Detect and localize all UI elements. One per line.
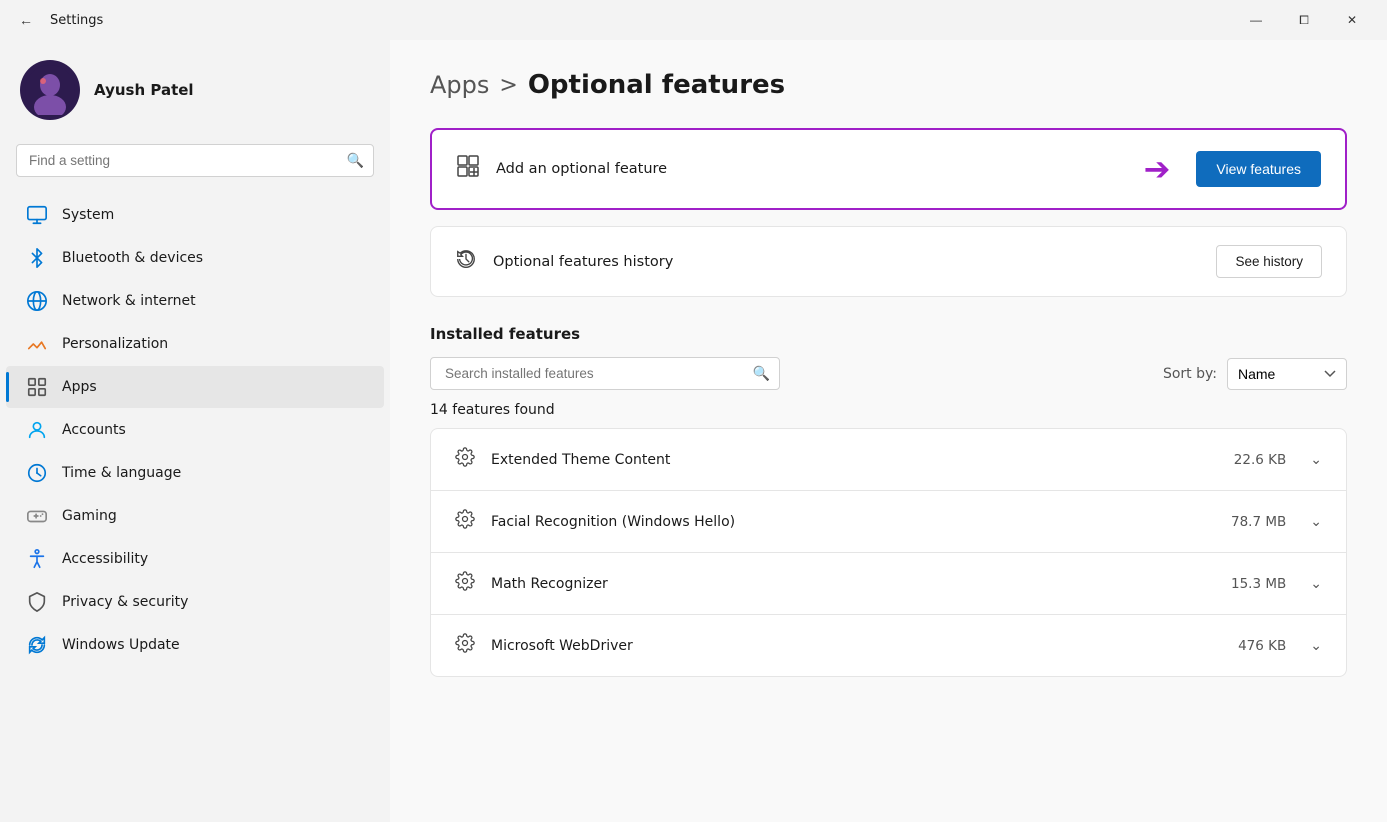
sidebar-item-accessibility[interactable]: Accessibility: [6, 538, 384, 580]
user-name: Ayush Patel: [94, 81, 194, 99]
breadcrumb-separator: >: [499, 73, 517, 98]
sidebar: Ayush Patel 🔍 System Bluetooth & devices…: [0, 40, 390, 822]
search-box[interactable]: 🔍: [16, 144, 374, 177]
sidebar-item-network[interactable]: Network & internet: [6, 280, 384, 322]
arrow-icon: ➔: [1144, 150, 1171, 188]
add-feature-icon: [456, 154, 480, 184]
sidebar-item-bluetooth[interactable]: Bluetooth & devices: [6, 237, 384, 279]
feature-list: Extended Theme Content 22.6 KB ⌄ Facial …: [430, 428, 1347, 677]
sidebar-item-label-network: Network & internet: [62, 293, 196, 309]
accessibility-icon: [26, 548, 48, 570]
feature-item[interactable]: Facial Recognition (Windows Hello) 78.7 …: [430, 490, 1347, 552]
see-history-button[interactable]: See history: [1216, 245, 1322, 278]
feature-name: Extended Theme Content: [491, 452, 1218, 468]
installed-search-input[interactable]: [430, 357, 780, 390]
main-content: Apps > Optional features Add an optional…: [390, 40, 1387, 822]
feature-icon: [455, 509, 475, 534]
apps-icon: [26, 376, 48, 398]
feature-size: 78.7 MB: [1231, 514, 1286, 530]
personalization-icon: [26, 333, 48, 355]
gaming-icon: [26, 505, 48, 527]
feature-name: Microsoft WebDriver: [491, 638, 1222, 654]
feature-item[interactable]: Extended Theme Content 22.6 KB ⌄: [430, 428, 1347, 490]
accounts-icon: [26, 419, 48, 441]
sidebar-item-label-apps: Apps: [62, 379, 97, 395]
feature-icon: [455, 633, 475, 658]
sort-row: Sort by: Name Size Date: [1163, 358, 1347, 390]
sidebar-item-label-accounts: Accounts: [62, 422, 126, 438]
system-icon: [26, 204, 48, 226]
back-button[interactable]: ←: [12, 6, 40, 34]
sidebar-item-label-accessibility: Accessibility: [62, 551, 148, 567]
installed-search-icon: 🔍: [753, 366, 770, 382]
avatar: [20, 60, 80, 120]
app-body: Ayush Patel 🔍 System Bluetooth & devices…: [0, 40, 1387, 822]
network-icon: [26, 290, 48, 312]
sidebar-item-apps[interactable]: Apps: [6, 366, 384, 408]
sidebar-item-label-privacy: Privacy & security: [62, 594, 188, 610]
search-icon: 🔍: [347, 153, 364, 169]
history-icon: [455, 248, 477, 275]
sidebar-nav: System Bluetooth & devices Network & int…: [0, 193, 390, 667]
feature-size: 476 KB: [1238, 638, 1286, 654]
chevron-down-icon: ⌄: [1310, 576, 1322, 592]
sidebar-item-privacy[interactable]: Privacy & security: [6, 581, 384, 623]
add-feature-label: Add an optional feature: [496, 161, 1128, 177]
time-icon: [26, 462, 48, 484]
sidebar-item-system[interactable]: System: [6, 194, 384, 236]
feature-item[interactable]: Microsoft WebDriver 476 KB ⌄: [430, 614, 1347, 677]
update-icon: [26, 634, 48, 656]
sidebar-item-personalization[interactable]: Personalization: [6, 323, 384, 365]
title-bar: ← Settings — ⧠ ✕: [0, 0, 1387, 40]
sidebar-item-label-personalization: Personalization: [62, 336, 168, 352]
sidebar-item-time[interactable]: Time & language: [6, 452, 384, 494]
feature-icon: [455, 447, 475, 472]
feature-size: 22.6 KB: [1234, 452, 1286, 468]
sidebar-item-gaming[interactable]: Gaming: [6, 495, 384, 537]
found-count: 14 features found: [430, 402, 1347, 418]
search-filter-row: 🔍 Sort by: Name Size Date: [430, 357, 1347, 390]
chevron-down-icon: ⌄: [1310, 452, 1322, 468]
sidebar-item-label-gaming: Gaming: [62, 508, 117, 524]
sidebar-item-label-time: Time & language: [62, 465, 181, 481]
sort-select[interactable]: Name Size Date: [1227, 358, 1347, 390]
feature-name: Math Recognizer: [491, 576, 1215, 592]
feature-size: 15.3 MB: [1231, 576, 1286, 592]
search-input[interactable]: [16, 144, 374, 177]
app-title: Settings: [50, 13, 103, 28]
feature-item[interactable]: Math Recognizer 15.3 MB ⌄: [430, 552, 1347, 614]
feature-name: Facial Recognition (Windows Hello): [491, 514, 1215, 530]
view-features-button[interactable]: View features: [1196, 151, 1321, 187]
sidebar-item-label-system: System: [62, 207, 114, 223]
breadcrumb-current: Optional features: [528, 70, 785, 100]
sidebar-item-label-update: Windows Update: [62, 637, 180, 653]
installed-features-title: Installed features: [430, 325, 1347, 343]
chevron-down-icon: ⌄: [1310, 514, 1322, 530]
chevron-down-icon: ⌄: [1310, 638, 1322, 654]
installed-search[interactable]: 🔍: [430, 357, 780, 390]
minimize-button[interactable]: —: [1233, 5, 1279, 35]
breadcrumb: Apps > Optional features: [430, 70, 1347, 100]
sidebar-item-label-bluetooth: Bluetooth & devices: [62, 250, 203, 266]
window-controls: — ⧠ ✕: [1233, 5, 1375, 35]
maximize-button[interactable]: ⧠: [1281, 5, 1327, 35]
privacy-icon: [26, 591, 48, 613]
sidebar-item-update[interactable]: Windows Update: [6, 624, 384, 666]
sort-label: Sort by:: [1163, 366, 1217, 382]
sidebar-item-accounts[interactable]: Accounts: [6, 409, 384, 451]
feature-icon: [455, 571, 475, 596]
breadcrumb-parent: Apps: [430, 71, 489, 99]
bluetooth-icon: [26, 247, 48, 269]
close-button[interactable]: ✕: [1329, 5, 1375, 35]
history-card: Optional features history See history: [430, 226, 1347, 297]
add-feature-card: Add an optional feature ➔ View features: [430, 128, 1347, 210]
history-label: Optional features history: [493, 254, 1200, 270]
user-section: Ayush Patel: [0, 40, 390, 144]
